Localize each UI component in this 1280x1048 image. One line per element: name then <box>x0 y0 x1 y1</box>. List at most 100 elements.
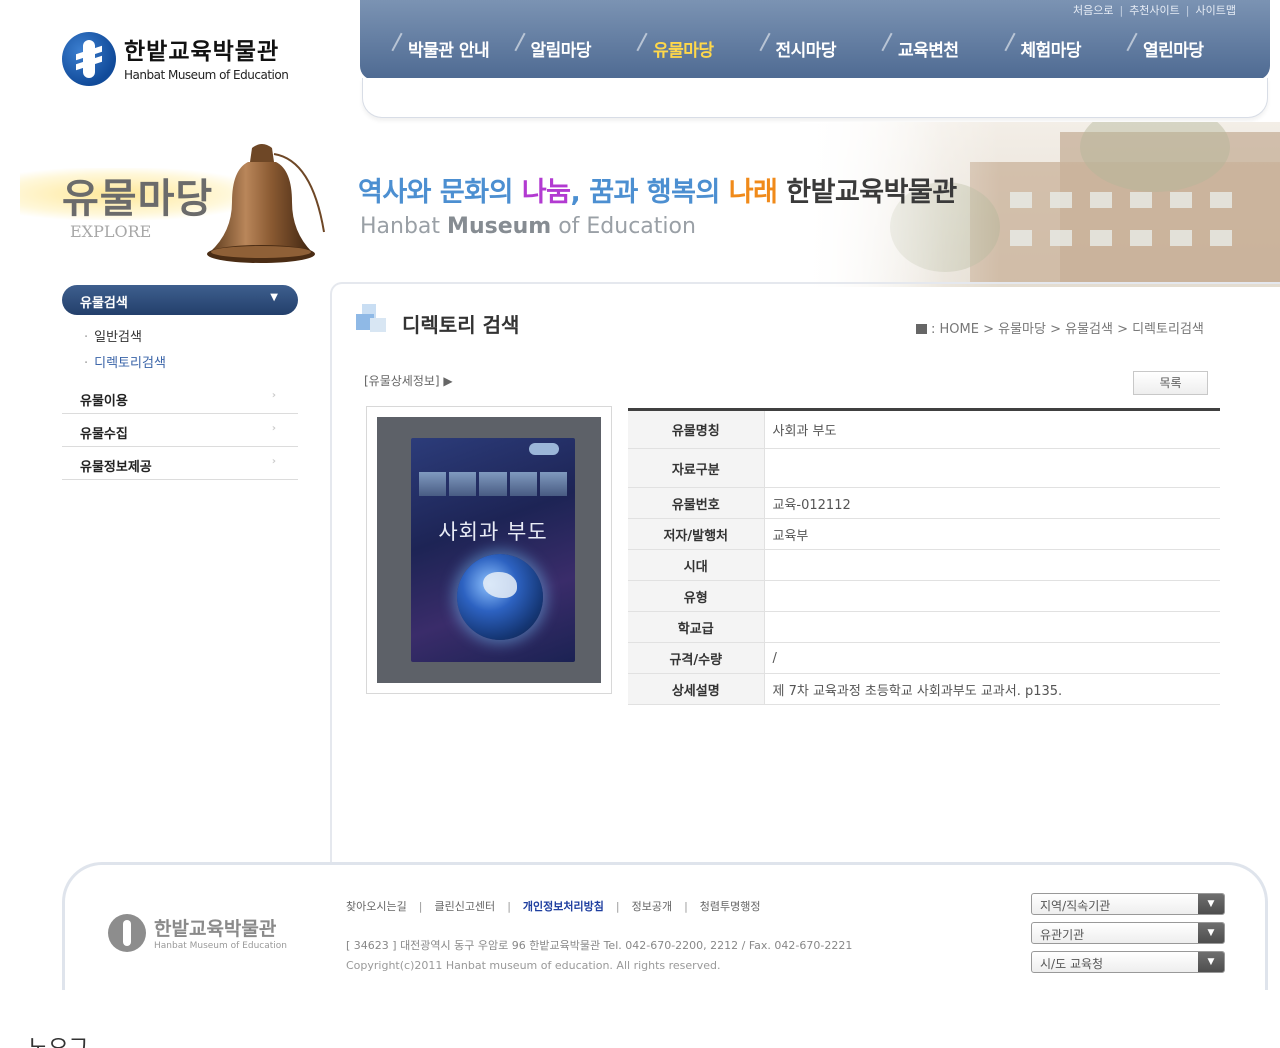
slogan-en-part: Museum <box>447 214 552 239</box>
separator: | <box>1185 4 1190 17</box>
breadcrumb: : HOME > 유물마당 > 유물검색 > 디렉토리검색 <box>916 318 1204 337</box>
footer-logo-subtitle: Hanbat Museum of Education <box>154 941 287 951</box>
footer-link-directions[interactable]: 찾아오시는길 <box>346 900 407 913</box>
field-value: / <box>764 642 1220 674</box>
home-icon <box>916 324 927 334</box>
footer-link-disclosure[interactable]: 정보공개 <box>632 900 672 913</box>
page-title-icon <box>356 304 390 334</box>
globe-icon <box>457 554 543 640</box>
footer-link-integrity[interactable]: 청렴투명행정 <box>700 900 761 913</box>
menu-item-exhibitions[interactable]: 전시마당 <box>764 36 887 61</box>
logo-subtitle: Hanbat Museum of Education <box>124 68 289 82</box>
breadcrumb-path: : HOME > 유물마당 > 유물검색 > 디렉토리검색 <box>931 322 1204 337</box>
window-shape <box>1210 192 1232 208</box>
footer-copyright: Copyright(c)2011 Hanbat museum of educat… <box>346 959 721 972</box>
table-row: 유형 <box>628 580 1220 612</box>
window-shape <box>1170 192 1192 208</box>
chevron-down-icon: ▼ <box>270 292 278 303</box>
window-shape <box>1050 230 1072 246</box>
main-menu: 박물관 안내 알림마당 유물마당 전시마당 교육변천 체험마당 열린마당 <box>396 36 1254 61</box>
footer-address: [ 34623 ] 대전광역시 동구 우암로 96 한밭교육박물관 Tel. 0… <box>346 939 853 952</box>
lnb-sub-directory-search[interactable]: 디렉토리검색 <box>84 351 298 377</box>
logo-title: 한밭교육박물관 <box>124 39 280 65</box>
chevron-right-icon: › <box>271 456 276 467</box>
footer-link-privacy[interactable]: 개인정보처리방침 <box>523 900 604 913</box>
table-row: 규격/수량 / <box>628 642 1220 674</box>
table-row: 유물명칭 사회과 부도 <box>628 409 1220 449</box>
field-label: 학교급 <box>628 611 765 643</box>
table-row: 저자/발행처 교육부 <box>628 518 1220 550</box>
select-provincial-offices[interactable]: 시/도 교육청 ▼ <box>1031 951 1225 973</box>
separator: | <box>1119 4 1124 17</box>
artifact-photo-frame: 사회과 부도 <box>366 406 612 694</box>
field-value: 제 7차 교육과정 초등학교 사회과부도 교과서. p135. <box>764 673 1220 705</box>
window-shape <box>1090 192 1112 208</box>
slogan-part: 나눔 <box>521 177 571 208</box>
separator: | <box>615 900 620 913</box>
site-logo[interactable]: 한밭교육박물관 Hanbat Museum of Education <box>60 30 310 90</box>
lnb-item-artifact-info[interactable]: 유물정보제공 › <box>62 447 298 480</box>
lnb-item-label: 유물정보제공 <box>80 460 152 475</box>
utility-link-recommended[interactable]: 추천사이트 <box>1129 4 1180 17</box>
select-value: 유관기관 <box>1040 928 1085 942</box>
lnb-sub-general-search[interactable]: 일반검색 <box>84 325 298 351</box>
menu-item-open-forum[interactable]: 열린마당 <box>1131 36 1254 61</box>
utility-link-home[interactable]: 처음으로 <box>1073 4 1113 17</box>
select-regional-agencies[interactable]: 지역/직속기관 ▼ <box>1031 893 1225 915</box>
menu-item-artifacts[interactable]: 유물마당 <box>641 36 764 61</box>
section-subtitle: EXPLORE <box>70 222 152 241</box>
table-row: 유물번호 교육-012112 <box>628 487 1220 519</box>
menu-item-notices[interactable]: 알림마당 <box>519 36 642 61</box>
table-row: 자료구분 <box>628 448 1220 488</box>
field-value <box>764 580 1220 612</box>
chevron-down-icon: ▼ <box>1198 952 1224 972</box>
menu-item-education-history[interactable]: 교육변천 <box>886 36 1009 61</box>
lnb-item-artifact-collection[interactable]: 유물수집 › <box>62 414 298 447</box>
field-label: 유물명칭 <box>628 409 765 449</box>
slogan-part: 나래 <box>728 177 778 208</box>
slogan-en-part: Hanbat <box>360 214 448 239</box>
museum-logo-icon <box>108 914 146 952</box>
nav-sub-shelf <box>362 78 1268 118</box>
field-label: 유형 <box>628 580 765 612</box>
field-label: 상세설명 <box>628 673 765 705</box>
lnb-current-artifact-search[interactable]: 유물검색 ▼ <box>62 285 298 315</box>
footer-logo-title: 한밭교육박물관 <box>154 918 277 940</box>
lnb-submenu: 일반검색 디렉토리검색 <box>62 315 298 381</box>
menu-item-experience[interactable]: 체험마당 <box>1009 36 1132 61</box>
select-related-agencies[interactable]: 유관기관 ▼ <box>1031 922 1225 944</box>
utility-link-sitemap[interactable]: 사이트맵 <box>1196 4 1236 17</box>
window-shape <box>1130 230 1152 246</box>
slogan-en-part: of Education <box>551 214 696 239</box>
chevron-down-icon: ▼ <box>1198 923 1224 943</box>
footer-links: 찾아오시는길 | 클린신고센터 | 개인정보처리방침 | 정보공개 | 청렴투명행정 <box>346 898 761 914</box>
field-label: 자료구분 <box>628 448 765 488</box>
utility-links: 처음으로 | 추천사이트 | 사이트맵 <box>1073 2 1236 18</box>
list-button[interactable]: 목록 <box>1133 371 1208 395</box>
bell-icon <box>207 144 325 263</box>
artifact-photo: 사회과 부도 <box>377 417 601 683</box>
window-shape <box>1010 230 1032 246</box>
lnb-item-label: 유물수집 <box>80 427 128 442</box>
book-cover-title: 사회과 부도 <box>438 520 548 544</box>
artifact-info-table: 유물명칭 사회과 부도 자료구분 유물번호 교육-012112 저자/발행처 교… <box>628 408 1220 705</box>
left-navigation: 유물검색 ▼ 일반검색 디렉토리검색 유물이용 › 유물수집 › 유물정보제공 › <box>62 285 298 480</box>
footer-logo: 한밭교육박물관 Hanbat Museum of Education <box>108 914 308 958</box>
trailing-text: 노오그 <box>28 1030 89 1048</box>
select-value: 지역/직속기관 <box>1040 899 1111 913</box>
menu-item-museum-guide[interactable]: 박물관 안내 <box>396 36 519 61</box>
window-shape <box>1130 192 1152 208</box>
field-value: 교육부 <box>764 518 1220 550</box>
footer-link-clean-report[interactable]: 클린신고센터 <box>434 900 495 913</box>
separator: | <box>418 900 423 913</box>
window-shape <box>1010 192 1032 208</box>
field-value: 교육-012112 <box>764 487 1220 519</box>
field-label: 저자/발행처 <box>628 518 765 550</box>
lnb-item-artifact-use[interactable]: 유물이용 › <box>62 381 298 414</box>
field-value <box>764 549 1220 581</box>
window-shape <box>1090 230 1112 246</box>
field-value: 사회과 부도 <box>764 409 1220 449</box>
lnb-item-label: 유물이용 <box>80 394 128 409</box>
detail-info-label: [유물상세정보] ▶ <box>364 374 453 388</box>
chevron-down-icon: ▼ <box>1198 894 1224 914</box>
